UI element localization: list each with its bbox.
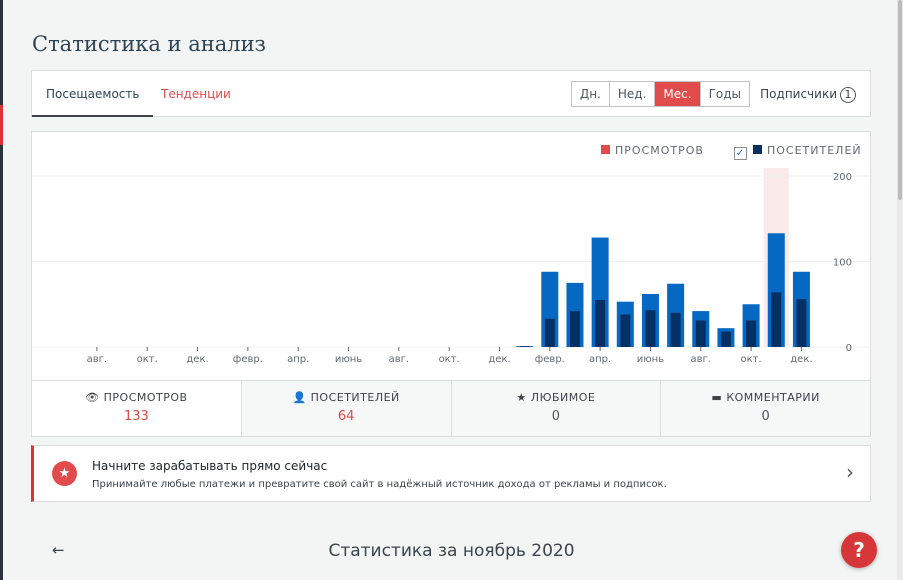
stat-value: 0 (761, 409, 770, 424)
legend-views-label: ПРОСМОТРОВ (615, 144, 704, 157)
period-month[interactable]: Мес. (654, 82, 700, 106)
subscribers-label: Подписчики (760, 87, 837, 101)
earn-promo-banner[interactable]: ★ Начните зарабатывать прямо сейчас Прин… (31, 445, 871, 502)
tab-insights[interactable]: Тенденции (147, 71, 245, 117)
bar-chart[interactable]: 0 100 200 авг. окт. дек. февр. апр. июнь авг. окт.… (32, 162, 870, 377)
arrow-left-icon[interactable]: ← (52, 541, 65, 559)
person-icon: 👤 (292, 391, 307, 404)
star-icon: ★ (516, 391, 527, 404)
chart-card: ПРОСМОТРОВ ✓ ПОСЕТИТЕЛЕЙ 0 100 200 авг. окт. д… (31, 131, 871, 437)
stat-comments[interactable]: ▬ КОММЕНТАРИИ 0 (660, 381, 870, 436)
stat-value: 0 (551, 409, 561, 424)
stat-visitors[interactable]: 👤 ПОСЕТИТЕЛЕЙ 64 (240, 381, 451, 436)
stat-value: 64 (337, 409, 355, 424)
x-tick-label: окт. (439, 354, 460, 365)
x-tick-label: апр. (589, 354, 611, 365)
visitors-bar (519, 346, 530, 347)
stats-summary: 👁 ПРОСМОТРОВ 133 👤 ПОСЕТИТЕЛЕЙ 64 ★ ЛЮБИМО… (32, 380, 870, 436)
stat-label: ПОСЕТИТЕЛЕЙ (310, 391, 400, 404)
help-button[interactable]: ? (841, 532, 877, 568)
stats-nav: Посещаемость Тенденции Дн. Нед. Мес. Год… (31, 70, 871, 117)
y-tick-label: 200 (833, 172, 852, 183)
x-tick-label: июнь (637, 354, 664, 365)
visitors-checkbox[interactable]: ✓ (734, 147, 747, 160)
promo-title: Начните зарабатывать прямо сейчас (92, 459, 328, 473)
x-tick-label: февр. (233, 354, 263, 365)
x-tick-label: дек. (790, 354, 812, 365)
star-icon: ★ (52, 461, 77, 486)
subscribers-count: 1 (840, 87, 856, 103)
views-swatch (601, 145, 610, 154)
promo-description: Принимайте любые платежи и превратите св… (92, 479, 667, 490)
eye-icon: 👁 (85, 391, 100, 404)
visitors-bar (720, 331, 731, 347)
period-footer: ← Статистика за ноябрь 2020 (0, 541, 903, 561)
period-day[interactable]: Дн. (572, 82, 609, 106)
x-tick-label: авг. (691, 354, 711, 365)
stat-views[interactable]: 👁 ПРОСМОТРОВ 133 (32, 381, 241, 436)
x-tick-label: авг. (87, 354, 107, 365)
x-tick-label: дек. (488, 354, 510, 365)
visitors-bar (544, 318, 555, 347)
y-tick-label: 0 (846, 343, 852, 354)
y-tick-label: 100 (833, 258, 852, 269)
visitors-bar (670, 312, 681, 347)
visitors-bar (595, 299, 606, 347)
visitors-bar (620, 314, 631, 347)
tab-traffic[interactable]: Посещаемость (32, 71, 154, 117)
x-tick-label: апр. (287, 354, 309, 365)
legend-visitors[interactable]: ✓ ПОСЕТИТЕЛЕЙ (734, 144, 862, 160)
x-tick-label: авг. (389, 354, 409, 365)
admin-sidebar-edge (0, 0, 3, 580)
comment-icon: ▬ (711, 391, 723, 404)
chevron-right-icon[interactable]: › (846, 460, 854, 484)
visitors-bar (746, 320, 757, 347)
legend-visitors-label: ПОСЕТИТЕЛЕЙ (767, 144, 862, 157)
scrollbar[interactable] (897, 0, 903, 580)
stat-label: КОММЕНТАРИИ (726, 391, 820, 404)
page-title: Статистика и анализ (32, 32, 267, 56)
period-selector: Дн. Нед. Мес. Годы (570, 81, 750, 107)
legend-views: ПРОСМОТРОВ (601, 144, 704, 157)
stat-value: 133 (123, 409, 149, 424)
period-week[interactable]: Нед. (608, 82, 655, 106)
stat-likes[interactable]: ★ ЛЮБИМОЕ 0 (450, 381, 661, 436)
x-tick-label: окт. (137, 354, 158, 365)
stat-label: ЛЮБИМОЕ (530, 391, 596, 404)
visitors-bar (645, 310, 656, 347)
visitors-bar (771, 292, 782, 347)
period-year[interactable]: Годы (699, 82, 749, 106)
visitors-bar (695, 320, 706, 347)
visitors-swatch (753, 145, 762, 154)
x-tick-label: июнь (335, 354, 362, 365)
stat-label: ПРОСМОТРОВ (103, 391, 188, 404)
visitors-bar (796, 299, 807, 347)
subscribers-link[interactable]: Подписчики 1 (760, 87, 856, 103)
visitors-bar (569, 311, 580, 347)
x-tick-label: окт. (741, 354, 762, 365)
period-title: Статистика за ноябрь 2020 (328, 541, 575, 561)
x-tick-label: февр. (535, 354, 565, 365)
x-tick-label: дек. (186, 354, 208, 365)
